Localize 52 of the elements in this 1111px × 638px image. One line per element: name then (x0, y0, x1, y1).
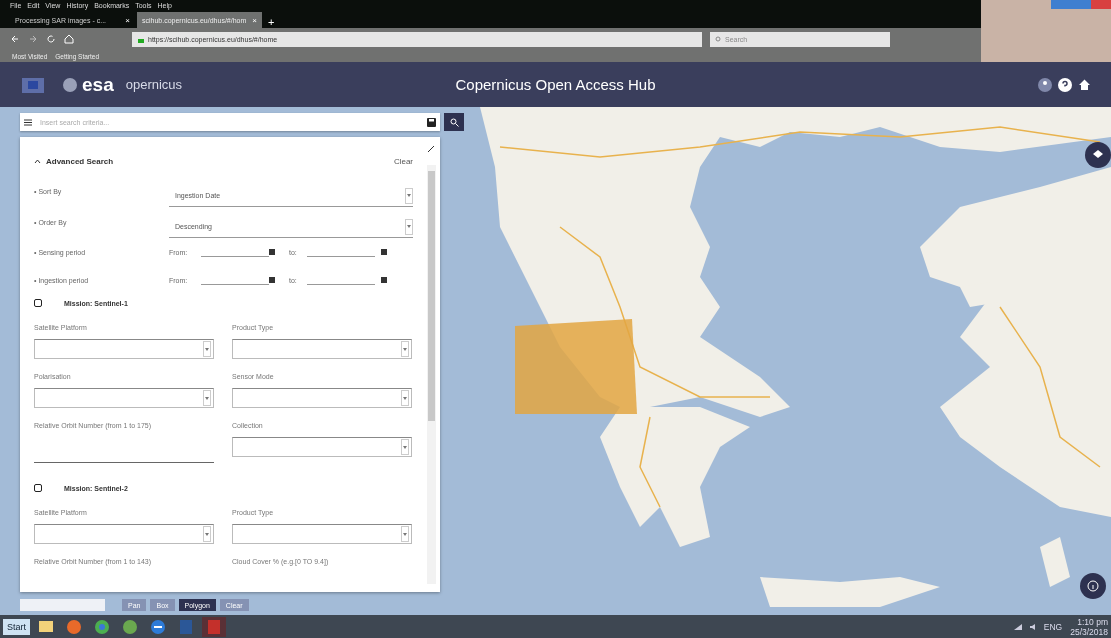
checkbox[interactable] (34, 299, 42, 307)
save-icon[interactable] (427, 117, 436, 127)
network-icon (1013, 623, 1022, 630)
clear-link[interactable]: Clear (393, 157, 413, 166)
new-tab-button[interactable]: + (268, 16, 275, 28)
circle-logo-icon (62, 76, 78, 93)
close-icon[interactable]: × (125, 15, 130, 25)
dropdown[interactable] (34, 524, 214, 544)
dropdown[interactable] (34, 339, 214, 359)
expand-icon[interactable] (427, 145, 435, 153)
dropdown[interactable] (34, 388, 214, 408)
dropdown[interactable] (232, 388, 412, 408)
caret-icon (403, 396, 407, 400)
checkbox[interactable] (34, 484, 42, 492)
clock-date: 25/3/2018 (1070, 626, 1108, 637)
caret-icon (407, 194, 411, 197)
caret-icon (407, 225, 411, 228)
caret-icon (403, 347, 407, 351)
info-icon (1087, 580, 1099, 592)
caret-icon (403, 445, 407, 449)
section-title: Advanced Search (46, 157, 114, 166)
close-icon[interactable]: × (252, 15, 257, 25)
dropdown[interactable] (232, 437, 412, 457)
chevron-icon[interactable] (34, 159, 41, 164)
app-title: Copernicus Open Access Hub (455, 76, 656, 93)
home-icon[interactable] (64, 34, 74, 44)
home-icon[interactable] (1078, 78, 1091, 91)
layers-icon (1092, 149, 1104, 161)
reload-icon[interactable] (46, 34, 56, 44)
scrollbar[interactable] (427, 165, 436, 584)
scroll-thumb[interactable] (428, 171, 435, 421)
forward-icon[interactable] (28, 34, 38, 44)
search-button[interactable] (444, 113, 464, 131)
language-indicator[interactable]: ENG (1043, 621, 1063, 632)
search-icon (715, 35, 722, 43)
caret-icon (403, 532, 407, 536)
start-button[interactable]: Start (3, 618, 30, 635)
clock-time: 1:10 pm (1077, 616, 1108, 627)
caret-icon (205, 532, 209, 536)
speaker-icon (1029, 623, 1036, 630)
dropdown[interactable] (232, 524, 412, 544)
caret-icon (205, 396, 209, 400)
dropdown[interactable] (232, 339, 412, 359)
pdf-app-icon[interactable] (202, 616, 226, 637)
help-icon[interactable] (1058, 77, 1072, 92)
caret-icon (205, 347, 209, 351)
logo-text: esa (82, 73, 114, 96)
menu-icon[interactable] (24, 118, 32, 126)
search-icon (449, 117, 459, 127)
brand-name: opernicus (125, 77, 183, 92)
back-icon[interactable] (10, 34, 20, 44)
user-icon[interactable] (1038, 77, 1052, 92)
